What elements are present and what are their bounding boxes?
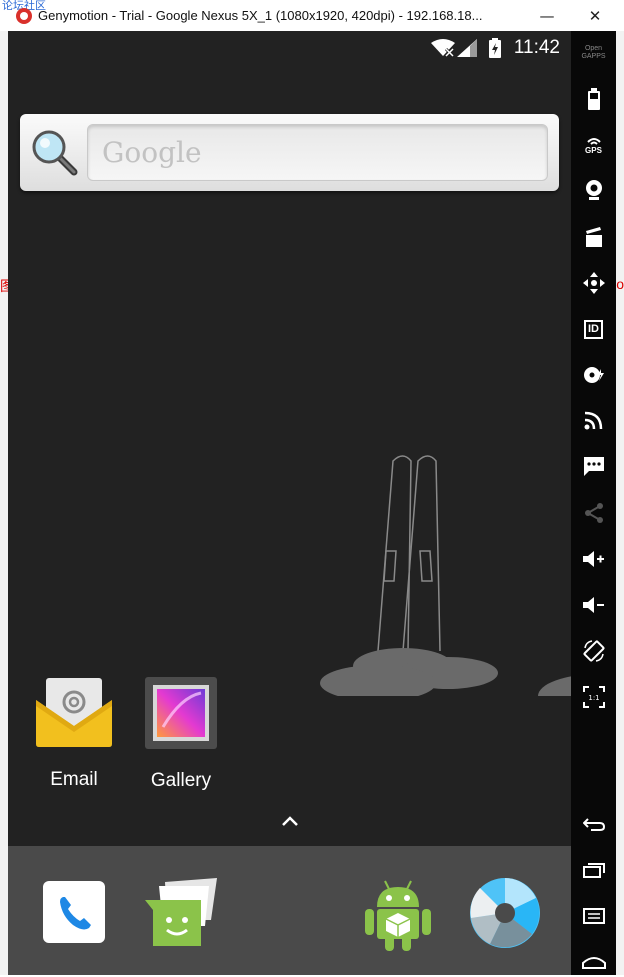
webcam-icon bbox=[585, 180, 602, 200]
genymotion-toolbar: Open GAPPS GPS ID 1:1 bbox=[571, 31, 616, 975]
title-bar: 论坛社区 Genymotion - Trial - Google Nexus 5… bbox=[0, 0, 624, 31]
app-email-label: Email bbox=[50, 769, 98, 790]
share-icon bbox=[584, 503, 603, 523]
rotate-icon bbox=[583, 640, 604, 662]
signal-icon bbox=[457, 39, 477, 57]
status-time: 11:42 bbox=[513, 37, 560, 58]
dock-camera[interactable] bbox=[470, 878, 540, 953]
tool-id[interactable]: ID bbox=[571, 314, 616, 344]
tool-share[interactable] bbox=[571, 498, 616, 528]
svg-text:1:1: 1:1 bbox=[588, 694, 599, 702]
tool-sms[interactable] bbox=[571, 451, 616, 481]
search-placeholder: Google bbox=[102, 136, 202, 169]
phone-icon bbox=[43, 881, 105, 943]
tool-volume-up[interactable] bbox=[571, 544, 616, 574]
wallpaper-skis-illustration bbox=[320, 455, 571, 696]
tool-recent-apps[interactable] bbox=[571, 855, 616, 885]
email-icon bbox=[36, 678, 112, 747]
wifi-icon bbox=[431, 39, 455, 57]
tool-battery[interactable] bbox=[571, 84, 616, 114]
tool-gps[interactable]: GPS bbox=[571, 130, 616, 160]
dock-phone[interactable] bbox=[43, 881, 105, 948]
menu-icon bbox=[582, 908, 605, 924]
pixel-perfect-icon: 1:1 bbox=[582, 686, 605, 708]
tool-home[interactable] bbox=[571, 947, 616, 977]
app-gallery[interactable]: Gallery bbox=[131, 677, 231, 792]
tool-pixel-perfect[interactable]: 1:1 bbox=[571, 682, 616, 712]
tool-disk[interactable] bbox=[571, 360, 616, 390]
edge-text-right: o bbox=[616, 276, 624, 292]
tool-volume-down[interactable] bbox=[571, 590, 616, 620]
genymotion-window: 论坛社区 Genymotion - Trial - Google Nexus 5… bbox=[0, 0, 624, 975]
home-icon bbox=[581, 957, 606, 969]
volume-up-icon bbox=[582, 551, 604, 567]
dock-messenger[interactable] bbox=[145, 876, 219, 953]
open-gapps-button[interactable]: Open GAPPS bbox=[571, 35, 616, 71]
gps-label: GPS bbox=[585, 145, 602, 155]
gps-icon bbox=[586, 137, 601, 145]
window-title: Genymotion - Trial - Google Nexus 5X_1 (… bbox=[38, 8, 483, 23]
tool-back[interactable] bbox=[571, 809, 616, 839]
dock-android-app[interactable] bbox=[365, 875, 431, 956]
battery-icon bbox=[587, 88, 600, 110]
tool-dpad[interactable] bbox=[571, 268, 616, 298]
battery-icon bbox=[489, 38, 501, 58]
tool-capture[interactable] bbox=[571, 222, 616, 252]
volume-down-icon bbox=[582, 597, 604, 613]
dpad-icon bbox=[582, 272, 605, 294]
camera-icon bbox=[470, 878, 540, 948]
disk-icon bbox=[583, 367, 604, 383]
sms-icon bbox=[583, 457, 604, 476]
maximize-button[interactable] bbox=[525, 0, 571, 31]
dock bbox=[8, 846, 571, 975]
search-icon[interactable] bbox=[30, 128, 80, 178]
google-search-widget[interactable]: Google bbox=[20, 114, 559, 191]
tool-rss[interactable] bbox=[571, 405, 616, 435]
tool-menu[interactable] bbox=[571, 901, 616, 931]
open-gapps-label: Open GAPPS bbox=[581, 45, 606, 60]
right-edge bbox=[616, 31, 624, 975]
app-drawer-chevron-icon[interactable] bbox=[280, 814, 300, 828]
id-icon: ID bbox=[584, 319, 603, 339]
android-app-icon bbox=[365, 880, 431, 951]
genymotion-logo-icon bbox=[16, 7, 32, 24]
search-input[interactable]: Google bbox=[87, 124, 548, 181]
gallery-icon bbox=[145, 677, 217, 749]
status-bar: 11:42 bbox=[8, 31, 571, 64]
left-edge bbox=[0, 31, 8, 975]
android-screen[interactable]: 11:42 Google Email Gallery bbox=[8, 31, 571, 975]
back-icon bbox=[582, 818, 605, 831]
close-button[interactable]: ✕ bbox=[572, 0, 618, 31]
app-email[interactable]: Email bbox=[24, 674, 124, 791]
app-gallery-label: Gallery bbox=[150, 770, 212, 791]
messenger-icon bbox=[145, 878, 217, 946]
rss-icon bbox=[584, 411, 602, 430]
tool-rotate[interactable] bbox=[571, 636, 616, 666]
tool-webcam[interactable] bbox=[571, 175, 616, 205]
recent-apps-icon bbox=[582, 863, 605, 878]
capture-icon bbox=[585, 227, 602, 247]
